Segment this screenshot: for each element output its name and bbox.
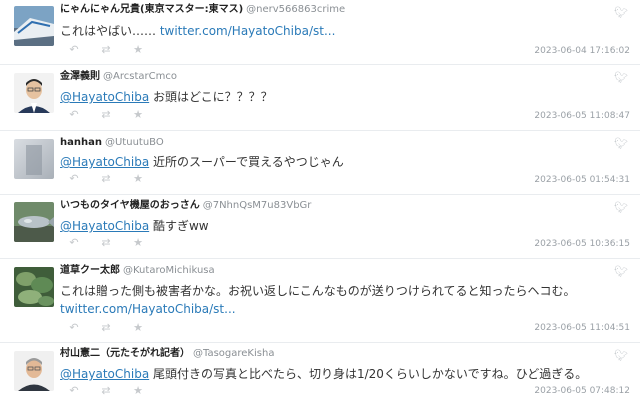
reply-icon[interactable]: ↶ bbox=[66, 44, 82, 56]
tweet-text-body: 酷すぎww bbox=[149, 219, 209, 233]
retweet-icon[interactable]: ⇄ bbox=[98, 173, 114, 185]
tweet-item: いつものタイヤ機屋のおっさん @7NhnQsM7u83VbGr 🐦︎ @Hayat… bbox=[0, 195, 640, 259]
avatar[interactable] bbox=[14, 6, 54, 46]
retweet-icon[interactable]: ⇄ bbox=[98, 237, 114, 249]
twitter-bird-icon: 🐦︎ bbox=[614, 71, 628, 84]
tweet-text: @HayatoChiba 酷すぎww bbox=[60, 217, 620, 235]
tweet-item: 村山憲二（元たそがれ記者） @TasogareKisha 🐦︎ @HayatoCh… bbox=[0, 343, 640, 409]
avatar[interactable] bbox=[14, 73, 54, 113]
tweet-mention[interactable]: @HayatoChiba bbox=[60, 90, 149, 104]
retweet-icon[interactable]: ⇄ bbox=[98, 109, 114, 121]
tweet-author: 金澤義則 @ArcstarCmco bbox=[60, 71, 177, 83]
avatar[interactable] bbox=[14, 351, 54, 391]
tweet-text-body: 尾頭付きの写真と比べたら、切り身は1/20くらいしかないですね。ひど過ぎる。 bbox=[149, 367, 588, 381]
reply-icon[interactable]: ↶ bbox=[66, 173, 82, 185]
author-display-name[interactable]: いつものタイヤ機屋のおっさん bbox=[60, 200, 200, 211]
tweet-author: 道草クー太郎 @KutaroMichikusa bbox=[60, 265, 215, 277]
author-display-name[interactable]: hanhan bbox=[60, 137, 102, 148]
avatar[interactable] bbox=[14, 139, 54, 179]
twitter-bird-icon: 🐦︎ bbox=[614, 265, 628, 278]
tweet-text-body: お頭はどこに？？？？ bbox=[149, 90, 273, 104]
twitter-bird-icon: 🐦︎ bbox=[614, 6, 628, 19]
tweet-timestamp[interactable]: 2023-06-05 01:54:31 bbox=[534, 175, 630, 185]
tweet-text-body: これは贈った側も被害者かな。お祝い返しにこんなものが送りつけられてると知ったらヘ… bbox=[60, 284, 576, 298]
author-handle[interactable]: @nerv566863crime bbox=[246, 4, 345, 15]
author-display-name[interactable]: 道草クー太郎 bbox=[60, 265, 120, 276]
tweet-text: @HayatoChiba お頭はどこに？？？？ bbox=[60, 88, 620, 106]
author-handle[interactable]: @7NhnQsM7u83VbGr bbox=[203, 200, 312, 211]
author-handle[interactable]: @UtuutuBO bbox=[105, 137, 164, 148]
tweet-text: @HayatoChiba 近所のスーパーで買えるやつじゃん bbox=[60, 153, 620, 171]
twitter-bird-icon: 🐦︎ bbox=[614, 201, 628, 214]
retweet-icon[interactable]: ⇄ bbox=[98, 322, 114, 334]
tweet-author: 村山憲二（元たそがれ記者） @TasogareKisha bbox=[60, 348, 274, 360]
tweet-timestamp[interactable]: 2023-06-05 07:48:12 bbox=[534, 386, 630, 396]
tweet-author: にゃんにゃん兄貴(東京マスター:東マス) @nerv566863crime bbox=[60, 4, 345, 16]
tweet-mention[interactable]: @HayatoChiba bbox=[60, 367, 149, 381]
tweet-item: hanhan @UtuutuBO 🐦︎ @HayatoChiba 近所のスーパーで… bbox=[0, 131, 640, 195]
tweet-timestamp[interactable]: 2023-06-05 11:04:51 bbox=[534, 323, 630, 333]
favorite-icon[interactable]: ★ bbox=[130, 44, 146, 56]
tweet-actions: ↶ ⇄ ★ bbox=[66, 44, 146, 56]
tweet-text: @HayatoChiba 尾頭付きの写真と比べたら、切り身は1/20くらいしかな… bbox=[60, 365, 620, 383]
tweet-text-body: これはやばい…… bbox=[60, 24, 160, 38]
tweet-timestamp[interactable]: 2023-06-05 11:08:47 bbox=[534, 111, 630, 121]
author-handle[interactable]: @KutaroMichikusa bbox=[123, 265, 215, 276]
author-handle[interactable]: @ArcstarCmco bbox=[103, 71, 177, 82]
avatar[interactable] bbox=[14, 202, 54, 242]
tweet-author: hanhan @UtuutuBO bbox=[60, 137, 164, 149]
favorite-icon[interactable]: ★ bbox=[130, 237, 146, 249]
reply-icon[interactable]: ↶ bbox=[66, 385, 82, 397]
tweet-actions: ↶ ⇄ ★ bbox=[66, 322, 146, 334]
author-handle[interactable]: @TasogareKisha bbox=[193, 348, 274, 359]
tweet-timestamp[interactable]: 2023-06-04 17:16:02 bbox=[534, 46, 630, 56]
tweet-author: いつものタイヤ機屋のおっさん @7NhnQsM7u83VbGr bbox=[60, 200, 311, 212]
tweet-actions: ↶ ⇄ ★ bbox=[66, 385, 146, 397]
tweet-link[interactable]: twitter.com/HayatoChiba/st... bbox=[60, 300, 620, 318]
reply-icon[interactable]: ↶ bbox=[66, 109, 82, 121]
tweet-actions: ↶ ⇄ ★ bbox=[66, 173, 146, 185]
retweet-icon[interactable]: ⇄ bbox=[98, 44, 114, 56]
retweet-icon[interactable]: ⇄ bbox=[98, 385, 114, 397]
tweet-text: これは贈った側も被害者かな。お祝い返しにこんなものが送りつけられてると知ったらヘ… bbox=[60, 282, 620, 318]
author-display-name[interactable]: にゃんにゃん兄貴(東京マスター:東マス) bbox=[60, 4, 243, 15]
author-display-name[interactable]: 村山憲二（元たそがれ記者） bbox=[60, 348, 190, 359]
favorite-icon[interactable]: ★ bbox=[130, 385, 146, 397]
tweet-actions: ↶ ⇄ ★ bbox=[66, 237, 146, 249]
tweet-actions: ↶ ⇄ ★ bbox=[66, 109, 146, 121]
tweet-mention[interactable]: @HayatoChiba bbox=[60, 155, 149, 169]
twitter-bird-icon: 🐦︎ bbox=[614, 349, 628, 362]
tweet-timestamp[interactable]: 2023-06-05 10:36:15 bbox=[534, 239, 630, 249]
tweet-text-body: 近所のスーパーで買えるやつじゃん bbox=[149, 155, 344, 169]
favorite-icon[interactable]: ★ bbox=[130, 173, 146, 185]
tweet-mention[interactable]: @HayatoChiba bbox=[60, 219, 149, 233]
twitter-bird-icon: 🐦︎ bbox=[614, 137, 628, 150]
tweet-item: 金澤義則 @ArcstarCmco 🐦︎ @HayatoChiba お頭はどこに？… bbox=[0, 65, 640, 131]
reply-icon[interactable]: ↶ bbox=[66, 237, 82, 249]
tweet-text: これはやばい…… twitter.com/HayatoChiba/st... bbox=[60, 22, 620, 40]
author-display-name[interactable]: 金澤義則 bbox=[60, 71, 100, 82]
tweet-item: 道草クー太郎 @KutaroMichikusa 🐦︎ これは贈った側も被害者かな。… bbox=[0, 259, 640, 343]
reply-icon[interactable]: ↶ bbox=[66, 322, 82, 334]
avatar[interactable] bbox=[14, 267, 54, 307]
tweet-item: にゃんにゃん兄貴(東京マスター:東マス) @nerv566863crime 🐦︎ … bbox=[0, 0, 640, 65]
tweet-link[interactable]: twitter.com/HayatoChiba/st... bbox=[160, 24, 336, 38]
favorite-icon[interactable]: ★ bbox=[130, 109, 146, 121]
favorite-icon[interactable]: ★ bbox=[130, 322, 146, 334]
tweet-feed: にゃんにゃん兄貴(東京マスター:東マス) @nerv566863crime 🐦︎ … bbox=[0, 0, 640, 409]
